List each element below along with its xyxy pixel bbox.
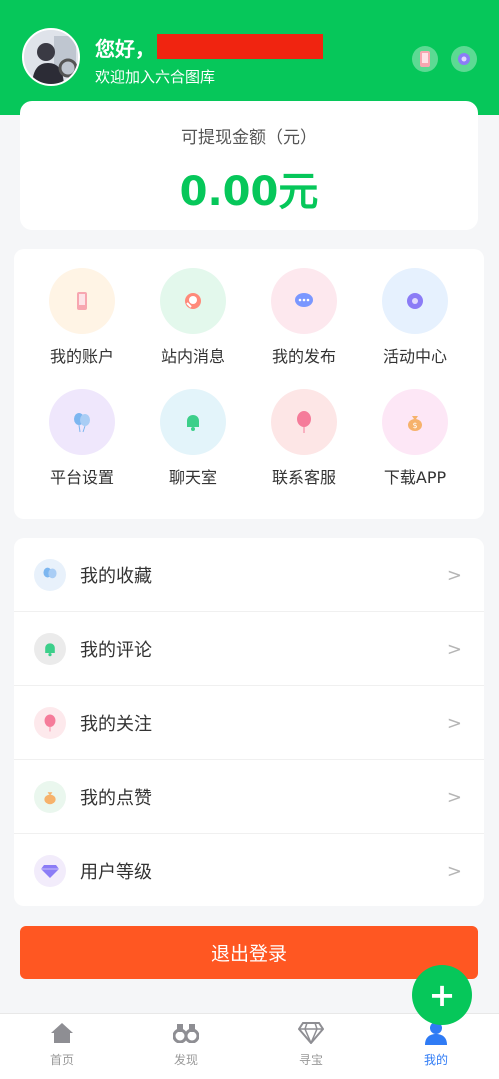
diamond-icon bbox=[298, 1020, 324, 1046]
bell-icon bbox=[34, 633, 66, 665]
grid-item-messages[interactable]: 站内消息 bbox=[143, 268, 243, 367]
gem-icon bbox=[34, 855, 66, 887]
phone-icon bbox=[69, 288, 95, 314]
balloon-icon bbox=[291, 409, 317, 435]
home-icon bbox=[49, 1020, 75, 1046]
add-button[interactable]: + bbox=[412, 965, 472, 1025]
balance-card[interactable]: 可提现金额（元） 0.00元 bbox=[20, 101, 478, 230]
grid-item-download-app[interactable]: $ 下载APP bbox=[365, 389, 465, 488]
chat-bubble-icon bbox=[291, 288, 317, 314]
list-item-label: 我的评论 bbox=[80, 640, 152, 661]
grid-item-label: 聊天室 bbox=[168, 468, 217, 487]
chevron-right-icon: > bbox=[446, 564, 462, 586]
balance-amount: 0.00元 bbox=[179, 169, 319, 215]
gear-icon[interactable] bbox=[451, 46, 477, 72]
chevron-right-icon: > bbox=[446, 860, 462, 882]
grid-item-label: 活动中心 bbox=[382, 347, 447, 366]
grid-item-platform-settings[interactable]: 平台设置 bbox=[32, 389, 132, 488]
binoculars-icon bbox=[173, 1020, 199, 1046]
tab-home[interactable]: 首页 bbox=[0, 1020, 124, 1068]
grid-item-my-posts[interactable]: 我的发布 bbox=[254, 268, 354, 367]
phone-icon[interactable] bbox=[412, 46, 438, 72]
tab-label: 发现 bbox=[173, 1053, 198, 1067]
chevron-right-icon: > bbox=[446, 638, 462, 660]
grid-item-label: 我的发布 bbox=[271, 347, 336, 366]
list-item-following[interactable]: 我的关注 > bbox=[14, 686, 484, 760]
logout-button[interactable]: 退出登录 bbox=[20, 926, 478, 979]
money-bag-icon bbox=[34, 781, 66, 813]
list-item-likes[interactable]: 我的点赞 > bbox=[14, 760, 484, 834]
grid-item-label: 站内消息 bbox=[160, 347, 225, 366]
chevron-right-icon: > bbox=[446, 786, 462, 808]
feature-grid: 我的账户 站内消息 我的发布 活动中心 平台设置 聊天室 联系客服 $ 下载AP… bbox=[14, 249, 484, 519]
tab-mine[interactable]: 我的 bbox=[374, 1020, 498, 1068]
money-bag-icon: $ bbox=[402, 409, 428, 435]
list-item-user-level[interactable]: 用户等级 > bbox=[14, 834, 484, 908]
chevron-right-icon: > bbox=[446, 712, 462, 734]
grid-item-my-account[interactable]: 我的账户 bbox=[32, 268, 132, 367]
grid-item-label: 我的账户 bbox=[49, 347, 114, 366]
list-item-label: 我的关注 bbox=[80, 714, 152, 735]
grid-item-label: 下载APP bbox=[383, 468, 447, 487]
list-item-favorites[interactable]: 我的收藏 > bbox=[14, 538, 484, 612]
list-item-label: 用户等级 bbox=[80, 862, 152, 883]
gear-icon bbox=[402, 288, 428, 314]
menu-list: 我的收藏 > 我的评论 > 我的关注 > 我的点赞 > 用户等级 > bbox=[14, 538, 484, 906]
tab-discover[interactable]: 发现 bbox=[124, 1020, 248, 1068]
tab-treasure[interactable]: 寻宝 bbox=[249, 1020, 373, 1068]
message-icon bbox=[180, 288, 206, 314]
welcome-subtitle: 欢迎加入六合图库 bbox=[95, 68, 216, 86]
tab-label: 首页 bbox=[49, 1053, 74, 1067]
bottom-tab-bar: 首页 发现 寻宝 我的 bbox=[0, 1013, 499, 1079]
svg-text:$: $ bbox=[412, 421, 417, 430]
balance-label: 可提现金额（元） bbox=[181, 128, 317, 148]
grid-item-customer-service[interactable]: 联系客服 bbox=[254, 389, 354, 488]
tab-label: 寻宝 bbox=[298, 1053, 323, 1067]
profile-header: 您好， 欢迎加入六合图库 bbox=[0, 0, 499, 115]
list-item-comments[interactable]: 我的评论 > bbox=[14, 612, 484, 686]
avatar[interactable] bbox=[22, 28, 80, 86]
balloons-icon bbox=[69, 409, 95, 435]
grid-item-label: 联系客服 bbox=[271, 468, 336, 487]
grid-item-chat-room[interactable]: 聊天室 bbox=[143, 389, 243, 488]
list-item-label: 我的收藏 bbox=[80, 566, 152, 587]
tab-label: 我的 bbox=[423, 1053, 448, 1067]
grid-item-activity-center[interactable]: 活动中心 bbox=[365, 268, 465, 367]
redacted-username bbox=[157, 34, 323, 59]
bell-icon bbox=[180, 409, 206, 435]
balloons-icon bbox=[34, 559, 66, 591]
balloon-icon bbox=[34, 707, 66, 739]
grid-item-label: 平台设置 bbox=[49, 468, 114, 487]
list-item-label: 我的点赞 bbox=[80, 788, 152, 809]
greeting-text: 您好， bbox=[95, 37, 155, 61]
